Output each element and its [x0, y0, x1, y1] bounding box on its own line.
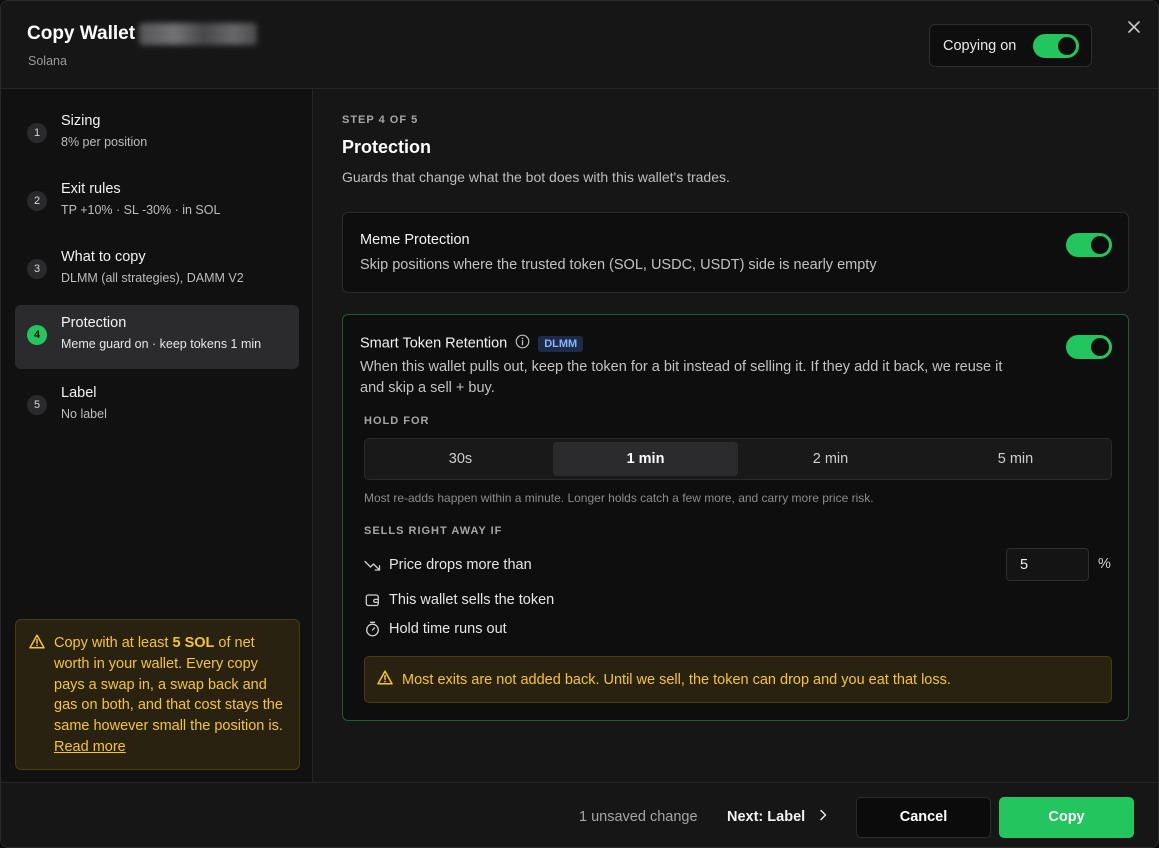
step-number: 4: [27, 325, 47, 345]
sidebar-step-what-to-copy[interactable]: 3 What to copy DLMM (all strategies), DA…: [15, 239, 299, 303]
step-summary: DLMM (all strategies), DAMM V2: [61, 271, 244, 285]
close-icon[interactable]: [1125, 19, 1143, 37]
meme-protection-card: Meme Protection Skip positions where the…: [342, 212, 1129, 293]
page-description: Guards that change what the bot does wit…: [342, 169, 730, 185]
step-number: 1: [27, 123, 47, 143]
percent-unit: %: [1098, 556, 1111, 572]
trending-down-icon: [364, 556, 381, 573]
warning-text-before: Copy with at least: [54, 635, 173, 651]
price-drop-input[interactable]: [1006, 548, 1089, 581]
warning-triangle-icon: [377, 670, 393, 689]
modal-title-text: Copy Wallet: [27, 23, 136, 44]
step-number: 3: [27, 259, 47, 279]
hold-hint: Most re-adds happen within a minute. Lon…: [364, 491, 874, 505]
step-title: Exit rules: [61, 181, 121, 197]
warning-min-amount: 5 SOL: [172, 635, 215, 651]
step-title: Label: [61, 385, 97, 401]
sidebar-step-protection[interactable]: 4 Protection Meme guard on · keep tokens…: [15, 305, 299, 369]
warning-text: Most exits are not added back. Until we …: [402, 671, 951, 688]
page-title: Protection: [342, 137, 432, 157]
step-summary: TP +10% · SL -30% · in SOL: [61, 203, 221, 217]
meme-protection-toggle[interactable]: [1066, 233, 1112, 257]
unsaved-changes-indicator: 1 unsaved change: [579, 809, 698, 825]
step-title: Protection: [61, 315, 127, 331]
modal-footer: 1 unsaved change Next: Label Cancel Copy: [1, 782, 1158, 847]
description-line-2: and skip a sell + buy.: [360, 380, 495, 396]
info-icon[interactable]: [515, 334, 530, 353]
sells-right-away-label: SELLS RIGHT AWAY IF: [364, 525, 503, 537]
modal-title: Copy Wallet: [27, 23, 258, 45]
copying-label: Copying on: [943, 37, 1017, 54]
steps-sidebar: 1 Sizing 8% per position 2 Exit rules TP…: [1, 89, 313, 782]
min-balance-warning: Copy with at least 5 SOL of net worth in…: [15, 619, 300, 770]
condition-label: This wallet sells the token: [389, 591, 555, 608]
read-more-link[interactable]: Read more: [54, 739, 126, 755]
retention-risk-warning: Most exits are not added back. Until we …: [364, 656, 1112, 703]
meme-protection-title: Meme Protection: [360, 232, 470, 248]
step-title: What to copy: [61, 249, 146, 265]
toggle-knob: [1091, 338, 1109, 356]
smart-retention-description: When this wallet pulls out, keep the tok…: [360, 357, 1002, 399]
step-number: 2: [27, 191, 47, 211]
condition-wallet-sells: This wallet sells the token: [364, 591, 554, 608]
smart-token-retention-card: Smart Token Retention DLMM When this wall…: [342, 314, 1129, 721]
hold-option-2min[interactable]: 2 min: [738, 442, 923, 476]
step-summary: 8% per position: [61, 135, 148, 149]
smart-retention-title: Smart Token Retention: [360, 335, 508, 352]
chain-label: Solana: [28, 54, 67, 68]
step-summary: No label: [61, 407, 107, 421]
copying-toggle[interactable]: [1033, 34, 1079, 58]
chevron-right-icon: [819, 809, 827, 825]
hold-duration-selector: 30s 1 min 2 min 5 min: [364, 438, 1112, 480]
copy-wallet-modal: Copy Wallet Solana Copying on 1 Sizing 8…: [0, 0, 1159, 848]
condition-label: Price drops more than: [389, 556, 532, 573]
wallet-icon: [364, 591, 381, 608]
copying-status: Copying on: [929, 24, 1092, 67]
sidebar-step-label[interactable]: 5 Label No label: [15, 375, 299, 439]
toggle-knob: [1058, 37, 1076, 55]
hold-option-1min[interactable]: 1 min: [553, 442, 738, 476]
condition-price-drop: Price drops more than: [364, 556, 532, 573]
smart-retention-toggle[interactable]: [1066, 335, 1112, 359]
next-step-button[interactable]: Next: Label: [727, 809, 827, 825]
sidebar-step-sizing[interactable]: 1 Sizing 8% per position: [15, 103, 299, 167]
description-line-1: When this wallet pulls out, keep the tok…: [360, 359, 1003, 375]
modal-header: Copy Wallet Solana Copying on: [1, 1, 1158, 89]
condition-label: Hold time runs out: [389, 620, 507, 637]
dlmm-badge: DLMM: [538, 335, 584, 352]
hold-option-5min[interactable]: 5 min: [923, 442, 1108, 476]
next-step-label: Next: Label: [727, 809, 806, 825]
hold-option-30s[interactable]: 30s: [368, 442, 553, 476]
copy-button[interactable]: Copy: [999, 797, 1134, 838]
redacted-wallet-name: [139, 23, 258, 45]
meme-protection-description: Skip positions where the trusted token (…: [360, 257, 877, 273]
stopwatch-icon: [364, 620, 381, 637]
toggle-knob: [1091, 236, 1109, 254]
step-number: 5: [27, 395, 47, 415]
hold-for-label: HOLD FOR: [364, 415, 430, 427]
cancel-button[interactable]: Cancel: [856, 797, 991, 838]
smart-retention-header: Smart Token Retention DLMM: [360, 334, 584, 353]
step-title: Sizing: [61, 113, 101, 129]
warning-triangle-icon: [29, 634, 45, 656]
step-indicator: STEP 4 OF 5: [342, 114, 419, 126]
sidebar-step-exit-rules[interactable]: 2 Exit rules TP +10% · SL -30% · in SOL: [15, 171, 299, 235]
step-summary: Meme guard on · keep tokens 1 min: [61, 337, 262, 351]
condition-hold-time: Hold time runs out: [364, 620, 507, 637]
step-content: STEP 4 OF 5 Protection Guards that chang…: [313, 89, 1158, 782]
